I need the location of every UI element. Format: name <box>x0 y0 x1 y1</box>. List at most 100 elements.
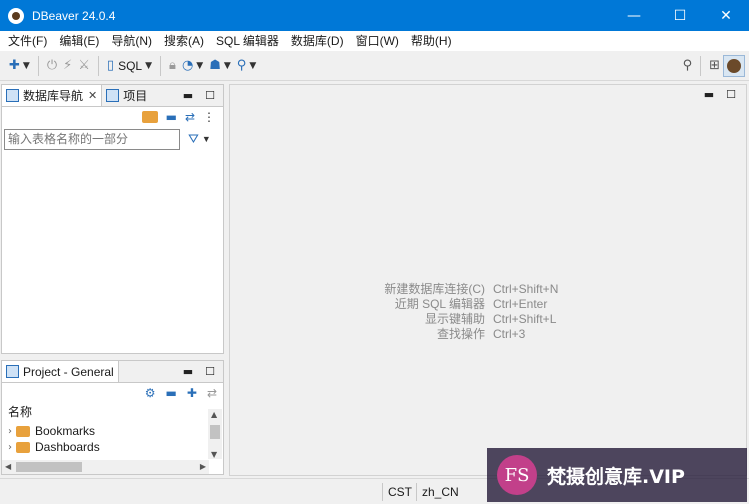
hint-label: 显示键辅助 <box>424 312 485 326</box>
scroll-thumb[interactable] <box>16 462 82 472</box>
disconnect-button[interactable]: ⚡ <box>60 55 75 77</box>
chevron-down-icon: ▼ <box>196 60 204 71</box>
tree-item-label: Dashboards <box>35 441 100 453</box>
panel-controls: ▬ ☐ <box>183 85 223 106</box>
watermark-text: 梵摄创意库.VIP <box>547 465 685 488</box>
collapse-all-icon[interactable]: ▬ <box>166 110 177 124</box>
tab-label: 数据库导航 <box>23 89 84 103</box>
find-button[interactable]: ⚲ ▼ <box>234 55 259 77</box>
navigator-toolbar: ▬ ⇄ ⋮ <box>2 107 223 127</box>
tab-project-general[interactable]: Project - General <box>2 361 119 382</box>
status-locale: zh_CN <box>416 483 466 501</box>
tab-projects[interactable]: 项目 <box>102 85 151 106</box>
project-icon <box>6 365 19 378</box>
search-icon: ⚲ <box>236 58 247 73</box>
new-folder-icon[interactable] <box>141 111 158 123</box>
scroll-left-icon[interactable]: ◀ <box>5 462 11 471</box>
maximize-editor-button[interactable]: ☐ <box>726 88 736 101</box>
navigator-tabs: 数据库导航 ✕ 项目 ▬ ☐ <box>2 85 223 107</box>
lock-icon: 🔒︎ <box>169 58 176 73</box>
editor-area: ▬ ☐ 新建数据库连接(C) Ctrl+Shift+N 近期 SQL 编辑器 C… <box>229 84 747 476</box>
menu-bar: 文件(F) 编辑(E) 导航(N) 搜索(A) SQL 编辑器 数据库(D) 窗… <box>0 31 749 51</box>
link-editor-icon[interactable]: ⇄ <box>207 386 217 400</box>
new-connection-icon: ✚ <box>9 58 20 73</box>
sql-editor-icon: ▯ <box>106 58 115 73</box>
tree-item-dashboards[interactable]: › Dashboards <box>2 441 223 453</box>
dashboard-button[interactable]: ◔ ▼ <box>179 55 206 77</box>
editor-controls: ▬ ☐ <box>704 88 736 101</box>
scroll-right-icon[interactable]: ▶ <box>200 462 206 471</box>
project-icon <box>106 89 120 102</box>
scroll-up-icon[interactable]: ▲ <box>211 410 217 419</box>
hint-row: 查找操作 Ctrl+3 <box>380 327 558 342</box>
menu-edit[interactable]: 编辑(E) <box>53 31 105 51</box>
menu-navigate[interactable]: 导航(N) <box>105 31 158 51</box>
bookmarks-folder-icon <box>16 425 30 437</box>
search-icon: ⚲ <box>682 58 693 73</box>
tab-label: Project - General <box>23 364 114 379</box>
sql-editor-button[interactable]: ▯ SQL ▼ <box>104 55 155 77</box>
disconnect-all-button[interactable]: ⚔ <box>75 55 93 77</box>
dbeaver-logo-icon <box>8 7 24 24</box>
toolbar-separator <box>37 55 39 76</box>
horizontal-scrollbar[interactable]: ◀ ▶ <box>2 460 209 474</box>
connect-button[interactable]: ⏻ <box>44 55 60 77</box>
chevron-right-icon[interactable]: › <box>8 442 12 453</box>
vertical-scrollbar[interactable]: ▲ ▼ <box>208 409 222 459</box>
close-button[interactable]: ✕ <box>703 0 749 31</box>
menu-search[interactable]: 搜索(A) <box>158 31 210 51</box>
network-button[interactable]: ☗ ▼ <box>206 55 234 77</box>
minimize-panel-button[interactable]: ▬ <box>183 89 193 102</box>
minimize-button[interactable]: — <box>611 0 657 31</box>
hint-shortcut: Ctrl+Shift+L <box>493 312 557 326</box>
table-filter-input[interactable] <box>4 128 180 150</box>
menu-database[interactable]: 数据库(D) <box>285 31 350 51</box>
chevron-down-icon: ▼ <box>145 60 153 71</box>
window-controls: — ☐ ✕ <box>611 0 749 31</box>
title-bar: DBeaver 24.0.4 — ☐ ✕ <box>0 0 749 31</box>
open-perspective-button[interactable]: ⊞ <box>706 55 723 77</box>
gear-icon[interactable]: ⚙ <box>145 386 156 400</box>
tab-database-navigator[interactable]: 数据库导航 ✕ <box>2 85 103 106</box>
maximize-button[interactable]: ☐ <box>657 0 703 31</box>
maximize-panel-button[interactable]: ☐ <box>205 365 215 378</box>
dashboards-folder-icon <box>16 441 30 453</box>
window-title: DBeaver 24.0.4 <box>32 8 116 23</box>
toolbar-separator <box>97 55 99 76</box>
add-icon[interactable]: ✚ <box>187 386 197 400</box>
minimize-editor-button[interactable]: ▬ <box>704 88 714 101</box>
collapse-all-icon[interactable]: ▬ <box>166 386 177 400</box>
tab-label: 项目 <box>123 89 148 103</box>
more-options-icon[interactable]: ⋮ <box>203 110 215 124</box>
hint-label: 新建数据库连接(C) <box>384 282 485 296</box>
perspective-icon: ⊞ <box>709 58 720 73</box>
close-icon[interactable]: ✕ <box>88 89 97 102</box>
filter-icon[interactable]: ⛛ <box>188 132 199 147</box>
maximize-panel-button[interactable]: ☐ <box>205 89 215 102</box>
main-toolbar: ✚ ▼ ⏻ ⚡ ⚔ ▯ SQL ▼ 🔒︎ ◔ ▼ ☗ ▼ ⚲ ▼ ⚲ ⊞ <box>0 51 749 81</box>
chevron-down-icon: ▼ <box>223 60 231 71</box>
shortcut-hints: 新建数据库连接(C) Ctrl+Shift+N 近期 SQL 编辑器 Ctrl+… <box>380 282 558 342</box>
dbeaver-perspective-button[interactable] <box>723 54 745 77</box>
menu-file[interactable]: 文件(F) <box>2 31 53 51</box>
transaction-lock-button[interactable]: 🔒︎ <box>166 55 179 77</box>
new-connection-button[interactable]: ✚ ▼ <box>6 55 33 77</box>
global-search-button[interactable]: ⚲ <box>680 55 696 77</box>
database-icon <box>6 89 19 102</box>
link-editor-icon[interactable]: ⇄ <box>185 110 195 124</box>
tree-item-label: Bookmarks <box>35 424 96 438</box>
scroll-down-icon[interactable]: ▼ <box>211 450 217 459</box>
hint-shortcut: Ctrl+Shift+N <box>493 282 559 296</box>
scroll-thumb[interactable] <box>210 425 220 439</box>
minimize-panel-button[interactable]: ▬ <box>183 365 193 378</box>
sql-label: SQL <box>118 58 143 73</box>
tree-item-bookmarks[interactable]: › Bookmarks <box>2 421 223 441</box>
project-panel: Project - General ▬ ☐ ⚙ ▬ ✚ ⇄ 名称 › Bookm… <box>1 360 224 475</box>
menu-sql-editor[interactable]: SQL 编辑器 <box>210 31 285 51</box>
hint-row: 新建数据库连接(C) Ctrl+Shift+N <box>380 282 558 297</box>
connect-plug-icon: ⏻ <box>46 58 58 73</box>
chevron-right-icon[interactable]: › <box>8 426 12 437</box>
chevron-down-icon[interactable]: ▼ <box>202 134 211 144</box>
menu-help[interactable]: 帮助(H) <box>405 31 458 51</box>
menu-window[interactable]: 窗口(W) <box>350 31 405 51</box>
